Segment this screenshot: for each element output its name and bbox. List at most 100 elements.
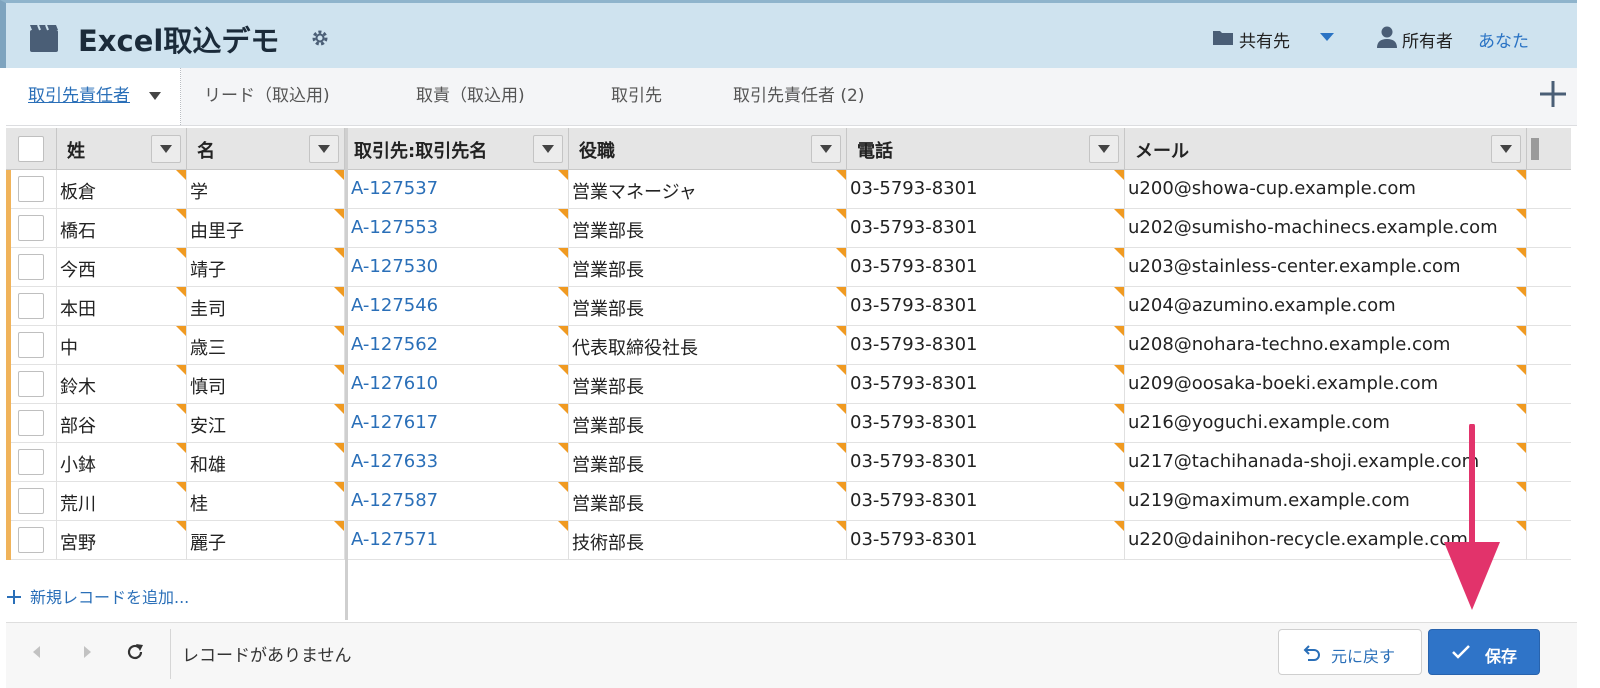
- phone-cell[interactable]: 03-5793-8301: [847, 326, 1125, 365]
- title-cell[interactable]: 営業部長: [569, 443, 847, 482]
- title-cell[interactable]: 営業部長: [569, 404, 847, 443]
- account-cell[interactable]: A-127553: [348, 209, 569, 248]
- row-checkbox[interactable]: [18, 176, 44, 202]
- column-menu-button[interactable]: [1089, 135, 1119, 163]
- row-checkbox[interactable]: [18, 410, 44, 436]
- title-cell[interactable]: 技術部長: [569, 521, 847, 560]
- first-name-cell[interactable]: 安江: [187, 404, 345, 443]
- phone-cell[interactable]: 03-5793-8301: [847, 209, 1125, 248]
- title-cell[interactable]: 営業部長: [569, 287, 847, 326]
- email-cell[interactable]: u204@azumino.example.com: [1125, 287, 1527, 326]
- table-row[interactable]: 荒川 桂 A-127587 営業部長 03-5793-8301 u219@maximum.…: [6, 482, 1571, 521]
- title-cell[interactable]: 営業部長: [569, 248, 847, 287]
- column-menu-button[interactable]: [811, 135, 841, 163]
- gear-icon[interactable]: [310, 28, 330, 48]
- last-name-cell[interactable]: 中: [57, 326, 187, 365]
- first-name-cell[interactable]: 桂: [187, 482, 345, 521]
- account-cell[interactable]: A-127537: [348, 170, 569, 209]
- row-checkbox[interactable]: [18, 449, 44, 475]
- email-cell[interactable]: u209@oosaka-boeki.example.com: [1125, 365, 1527, 404]
- row-checkbox[interactable]: [18, 332, 44, 358]
- chevron-down-icon[interactable]: [1318, 28, 1336, 46]
- chevron-down-icon[interactable]: [148, 90, 162, 102]
- tab-accounts[interactable]: 取引先: [611, 68, 662, 125]
- revert-button[interactable]: 元に戻す: [1278, 629, 1422, 675]
- email-cell[interactable]: u208@nohara-techno.example.com: [1125, 326, 1527, 365]
- first-name-cell[interactable]: 歳三: [187, 326, 345, 365]
- phone-cell[interactable]: 03-5793-8301: [847, 287, 1125, 326]
- first-name-cell[interactable]: 和雄: [187, 443, 345, 482]
- tab-contacts-2[interactable]: 取引先責任者 (2): [733, 68, 864, 125]
- column-menu-button[interactable]: [533, 135, 563, 163]
- tab-contacts[interactable]: 取引先責任者: [6, 68, 181, 125]
- title-cell[interactable]: 営業部長: [569, 482, 847, 521]
- account-cell[interactable]: A-127562: [348, 326, 569, 365]
- column-menu-button[interactable]: [309, 135, 339, 163]
- row-checkbox[interactable]: [18, 488, 44, 514]
- last-name-cell[interactable]: 今西: [57, 248, 187, 287]
- last-name-cell[interactable]: 荒川: [57, 482, 187, 521]
- table-row[interactable]: 本田 圭司 A-127546 営業部長 03-5793-8301 u204@azumino…: [6, 287, 1571, 326]
- email-cell[interactable]: u202@sumisho-machinecs.example.com: [1125, 209, 1527, 248]
- phone-cell[interactable]: 03-5793-8301: [847, 404, 1125, 443]
- refresh-icon[interactable]: [124, 641, 146, 663]
- plus-icon[interactable]: [1537, 78, 1569, 110]
- table-row[interactable]: 橋石 由里子 A-127553 営業部長 03-5793-8301 u202@sumish…: [6, 209, 1571, 248]
- column-menu-button[interactable]: [1491, 135, 1521, 163]
- account-link[interactable]: A-127562: [351, 334, 438, 355]
- email-cell[interactable]: u200@showa-cup.example.com: [1125, 170, 1527, 209]
- last-name-cell[interactable]: 本田: [57, 287, 187, 326]
- account-link[interactable]: A-127610: [351, 373, 438, 394]
- table-row[interactable]: 鈴木 慎司 A-127610 営業部長 03-5793-8301 u209@oosaka-…: [6, 365, 1571, 404]
- row-checkbox[interactable]: [18, 215, 44, 241]
- chevron-left-icon[interactable]: [26, 641, 48, 663]
- first-name-cell[interactable]: 学: [187, 170, 345, 209]
- first-name-cell[interactable]: 慎司: [187, 365, 345, 404]
- chevron-right-icon[interactable]: [76, 641, 98, 663]
- last-name-cell[interactable]: 宮野: [57, 521, 187, 560]
- phone-cell[interactable]: 03-5793-8301: [847, 521, 1125, 560]
- row-checkbox[interactable]: [18, 254, 44, 280]
- account-cell[interactable]: A-127633: [348, 443, 569, 482]
- first-name-cell[interactable]: 靖子: [187, 248, 345, 287]
- title-cell[interactable]: 営業マネージャ: [569, 170, 847, 209]
- account-cell[interactable]: A-127587: [348, 482, 569, 521]
- phone-cell[interactable]: 03-5793-8301: [847, 365, 1125, 404]
- account-link[interactable]: A-127530: [351, 256, 438, 277]
- title-cell[interactable]: 営業部長: [569, 209, 847, 248]
- table-row[interactable]: 宮野 麗子 A-127571 技術部長 03-5793-8301 u220@dainiho…: [6, 521, 1571, 560]
- select-all-checkbox[interactable]: [18, 136, 44, 162]
- first-name-cell[interactable]: 圭司: [187, 287, 345, 326]
- account-link[interactable]: A-127633: [351, 451, 438, 472]
- phone-cell[interactable]: 03-5793-8301: [847, 482, 1125, 521]
- last-name-cell[interactable]: 部谷: [57, 404, 187, 443]
- first-name-cell[interactable]: 麗子: [187, 521, 345, 560]
- account-link[interactable]: A-127546: [351, 295, 438, 316]
- account-cell[interactable]: A-127610: [348, 365, 569, 404]
- last-name-cell[interactable]: 橋石: [57, 209, 187, 248]
- account-link[interactable]: A-127553: [351, 217, 438, 238]
- first-name-cell[interactable]: 由里子: [187, 209, 345, 248]
- column-menu-button[interactable]: [151, 135, 181, 163]
- tab-contacts-import[interactable]: 取責（取込用): [416, 68, 525, 125]
- account-link[interactable]: A-127587: [351, 490, 438, 511]
- title-cell[interactable]: 営業部長: [569, 365, 847, 404]
- account-cell[interactable]: A-127617: [348, 404, 569, 443]
- table-row[interactable]: 小鉢 和雄 A-127633 営業部長 03-5793-8301 u217@tachiha…: [6, 443, 1571, 482]
- phone-cell[interactable]: 03-5793-8301: [847, 248, 1125, 287]
- tab-leads-import[interactable]: リード（取込用): [204, 68, 330, 125]
- row-checkbox[interactable]: [18, 527, 44, 553]
- row-checkbox[interactable]: [18, 371, 44, 397]
- table-row[interactable]: 板倉 学 A-127537 営業マネージャ 03-5793-8301 u200@showa…: [6, 170, 1571, 209]
- last-name-cell[interactable]: 小鉢: [57, 443, 187, 482]
- table-row[interactable]: 中 歳三 A-127562 代表取締役社長 03-5793-8301 u208@nohar…: [6, 326, 1571, 365]
- last-name-cell[interactable]: 板倉: [57, 170, 187, 209]
- phone-cell[interactable]: 03-5793-8301: [847, 170, 1125, 209]
- phone-cell[interactable]: 03-5793-8301: [847, 443, 1125, 482]
- account-cell[interactable]: A-127571: [348, 521, 569, 560]
- account-cell[interactable]: A-127530: [348, 248, 569, 287]
- table-row[interactable]: 部谷 安江 A-127617 営業部長 03-5793-8301 u216@yoguchi…: [6, 404, 1571, 443]
- last-name-cell[interactable]: 鈴木: [57, 365, 187, 404]
- account-link[interactable]: A-127617: [351, 412, 438, 433]
- owner-link[interactable]: あなた: [1478, 27, 1529, 52]
